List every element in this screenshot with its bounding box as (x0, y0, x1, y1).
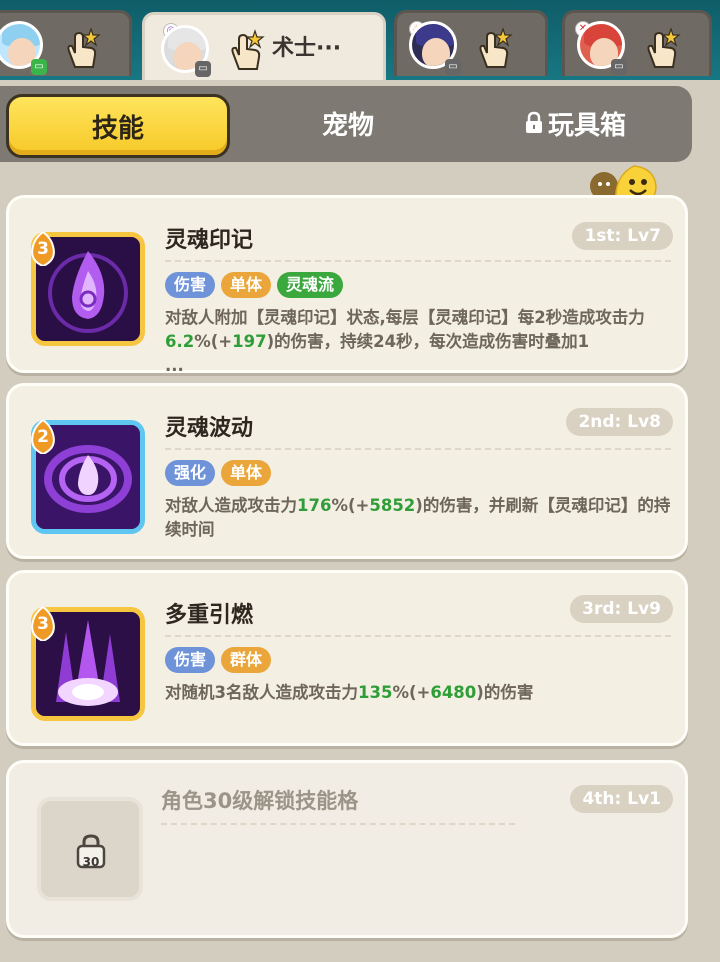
hero-tab-1[interactable]: ▭ (0, 10, 132, 76)
skill-slot-badge: 3rd: Lv9 (570, 595, 673, 623)
desc-value: 197 (232, 332, 267, 351)
desc-text: )的伤害，持续24秒，每次造成伤害时叠加1 (266, 332, 590, 351)
desc-text: %(+ (194, 332, 233, 351)
skill-tag: 群体 (221, 647, 272, 673)
skill-level-value: 3 (37, 239, 49, 259)
desc-value: 135 (357, 683, 393, 702)
locked-skill-card[interactable]: 30 角色30级解锁技能格 4th: Lv1 (6, 760, 688, 938)
skill-card-3[interactable]: 3 多重引燃 3rd: Lv9 伤害 群体 对随机3名敌人造成攻击力135%(+… (6, 570, 688, 746)
status-icon: ▭ (445, 59, 461, 75)
lock-icon (525, 111, 542, 133)
desc-text: 对敌人造成攻击力 (165, 496, 297, 515)
tab-toybox[interactable]: 玩具箱 (500, 90, 650, 156)
mode-tab-bar: 技能 宠物 玩具箱 (0, 86, 692, 162)
status-icon: ▭ (195, 61, 211, 77)
divider (165, 260, 671, 262)
skill-tag: 单体 (221, 460, 272, 486)
divider (161, 823, 515, 825)
skill-level-value: 3 (37, 614, 49, 634)
tab-pets-label: 宠物 (321, 110, 374, 141)
status-icon: ▭ (611, 59, 627, 75)
tap-hand-icon (231, 29, 265, 70)
skill-name: 多重引燃 (165, 603, 254, 628)
desc-value: 176 (297, 496, 332, 515)
skill-slot-badge: 2nd: Lv8 (566, 408, 673, 436)
skill-slot-badge: 1st: Lv7 (572, 222, 673, 250)
hero-tab-bar: ▭ ◎ ▭ 术士··· ♨ ▭ ✕ (0, 0, 720, 80)
skill-tags: 强化 单体 (165, 460, 272, 486)
desc-ellipsis: ... (165, 356, 184, 375)
skill-description: 对敌人附加【灵魂印记】状态,每层【灵魂印记】每2秒造成攻击力 6.2%(+197)… (165, 306, 673, 378)
skill-tag: 伤害 (165, 272, 216, 298)
tap-hand-icon (647, 27, 681, 68)
skill-tags: 伤害 单体 灵魂流 (165, 272, 344, 298)
skill-name: 灵魂波动 (165, 416, 254, 441)
skill-card-1[interactable]: 3 灵魂印记 1st: Lv7 伤害 单体 灵魂流 对敌人附加【灵魂印记】状态,… (6, 195, 688, 375)
skill-level-value: 2 (37, 427, 49, 447)
skill-name: 灵魂印记 (165, 228, 254, 253)
status-icon: ▭ (31, 59, 47, 75)
tab-skills-label: 技能 (91, 113, 144, 144)
tab-skills[interactable]: 技能 (6, 94, 230, 158)
unlock-level-value: 30 (82, 855, 100, 869)
tap-hand-icon (479, 27, 513, 68)
divider (165, 635, 671, 637)
skill-card-2[interactable]: 2 灵魂波动 2nd: Lv8 强化 单体 对敌人造成攻击力176%(+5852… (6, 383, 688, 559)
hero-tab-3[interactable]: ♨ ▭ (394, 10, 548, 76)
skill-description: 对随机3名敌人造成攻击力135%(+6480)的伤害 (165, 681, 673, 705)
desc-value: 6480 (430, 683, 477, 702)
desc-text: 对敌人附加【灵魂印记】状态,每层【灵魂印记】每2秒造成攻击力 (165, 308, 645, 327)
desc-text: )的伤害 (476, 683, 534, 702)
tap-hand-icon (67, 27, 101, 68)
skill-description: 对敌人造成攻击力176%(+5852)的伤害，并刷新【灵魂印记】的持续时间 (165, 494, 673, 542)
skill-tag: 伤害 (165, 647, 216, 673)
unlock-requirement-text: 角色30级解锁技能格 (161, 789, 359, 813)
desc-text: %(+ (331, 496, 370, 515)
skill-tag: 灵魂流 (277, 272, 344, 298)
locked-skill-slot: 30 (37, 797, 143, 901)
desc-text: %(+ (392, 683, 431, 702)
skill-tag: 单体 (221, 272, 272, 298)
hero-tab-2[interactable]: ◎ ▭ (142, 12, 386, 80)
desc-text: 对随机3名敌人造成攻击力 (165, 683, 358, 702)
desc-value: 6.2 (165, 332, 195, 351)
skill-slot-badge: 4th: Lv1 (570, 785, 673, 813)
divider (165, 448, 671, 450)
skill-tags: 伤害 群体 (165, 647, 272, 673)
desc-value: 5852 (369, 496, 416, 515)
tab-pets[interactable]: 宠物 (262, 90, 434, 156)
skill-tag: 强化 (165, 460, 216, 486)
tab-toybox-label: 玩具箱 (547, 110, 626, 141)
hero-tab-4[interactable]: ✕ ▭ (562, 10, 712, 76)
hero-name: 术士··· (272, 36, 342, 61)
